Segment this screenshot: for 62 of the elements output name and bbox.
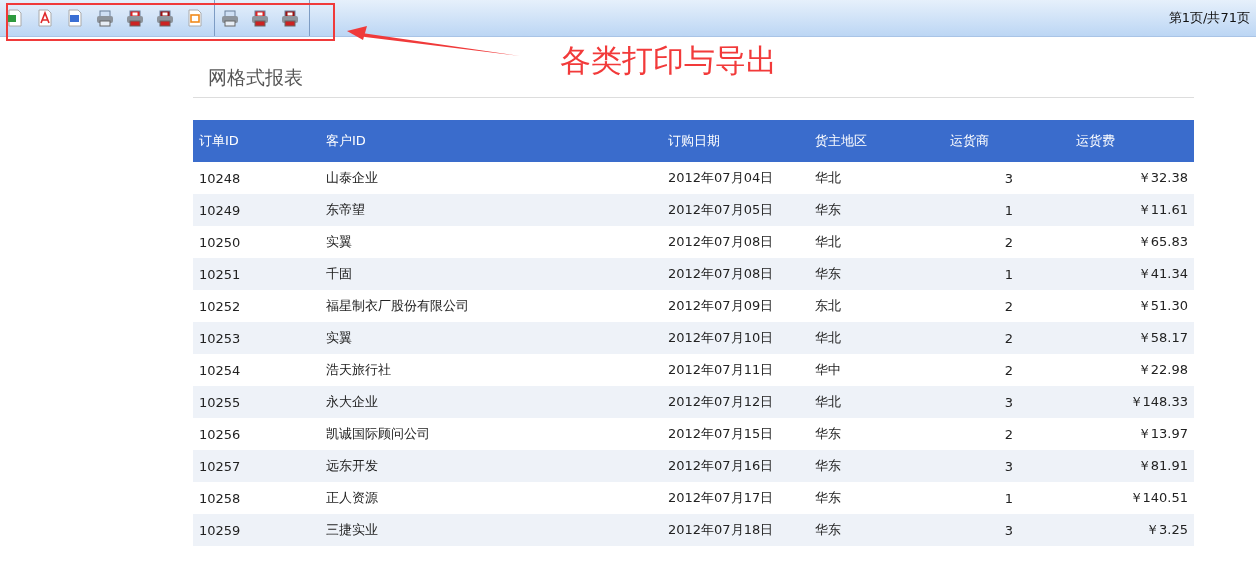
column-header: 订购日期 <box>662 120 809 162</box>
toolbar-button[interactable] <box>221 8 239 28</box>
table-cell: 1 <box>944 258 1070 290</box>
table-cell: 2012年07月12日 <box>662 386 809 418</box>
table-cell: 实翼 <box>320 322 662 354</box>
page-indicator: 第1页/共71页 <box>1168 9 1250 27</box>
web-page-file-icon <box>187 9 203 27</box>
document-file-icon <box>67 9 83 27</box>
printer-icon <box>156 9 174 27</box>
toolbar-button[interactable] <box>66 8 84 28</box>
printer-icon <box>221 9 239 27</box>
table-cell: 1 <box>944 194 1070 226</box>
table-cell: 华东 <box>809 450 944 482</box>
toolbar-button[interactable] <box>6 8 24 28</box>
toolbar-button[interactable] <box>251 8 269 28</box>
printer-icon <box>251 9 269 27</box>
toolbar-button[interactable] <box>156 8 174 28</box>
column-header: 订单ID <box>193 120 320 162</box>
table-cell: 千固 <box>320 258 662 290</box>
table-cell: ￥81.91 <box>1070 450 1194 482</box>
table-cell: 10257 <box>193 450 320 482</box>
table-cell: 华东 <box>809 514 944 546</box>
table-cell: 10255 <box>193 386 320 418</box>
table-cell: 华北 <box>809 322 944 354</box>
table-cell: 2012年07月08日 <box>662 258 809 290</box>
table-cell: 永大企业 <box>320 386 662 418</box>
printer-icon <box>281 9 299 27</box>
table-cell: 10249 <box>193 194 320 226</box>
table-cell: 2012年07月16日 <box>662 450 809 482</box>
table-cell: 远东开发 <box>320 450 662 482</box>
table-cell: ￥58.17 <box>1070 322 1194 354</box>
table-cell: 3 <box>944 514 1070 546</box>
table-cell: 10259 <box>193 514 320 546</box>
table-cell: 2012年07月05日 <box>662 194 809 226</box>
toolbar-button[interactable] <box>126 8 144 28</box>
toolbar-button[interactable] <box>36 8 54 28</box>
table-cell: ￥148.33 <box>1070 386 1194 418</box>
table-cell: 华东 <box>809 194 944 226</box>
table-cell: ￥3.25 <box>1070 514 1194 546</box>
table-cell: 3 <box>944 386 1070 418</box>
column-header: 运货费 <box>1070 120 1194 162</box>
table-cell: 东帝望 <box>320 194 662 226</box>
pdf-file-icon <box>37 9 53 27</box>
spreadsheet-file-icon <box>7 9 23 27</box>
table-cell: 华东 <box>809 258 944 290</box>
table-cell: 华北 <box>809 386 944 418</box>
table-cell: 2 <box>944 322 1070 354</box>
table-cell: 10253 <box>193 322 320 354</box>
table-cell: 3 <box>944 450 1070 482</box>
printer-icon <box>96 9 114 27</box>
table-cell: ￥11.61 <box>1070 194 1194 226</box>
table-cell: 10251 <box>193 258 320 290</box>
table-cell: ￥41.34 <box>1070 258 1194 290</box>
column-header: 运货商 <box>944 120 1070 162</box>
table-cell: 2012年07月18日 <box>662 514 809 546</box>
table-cell: 2012年07月10日 <box>662 322 809 354</box>
column-header: 客户ID <box>320 120 662 162</box>
column-header: 货主地区 <box>809 120 944 162</box>
printer-icon <box>126 9 144 27</box>
toolbar-button[interactable] <box>96 8 114 28</box>
table-cell: 三捷实业 <box>320 514 662 546</box>
toolbar-button[interactable] <box>281 8 299 28</box>
